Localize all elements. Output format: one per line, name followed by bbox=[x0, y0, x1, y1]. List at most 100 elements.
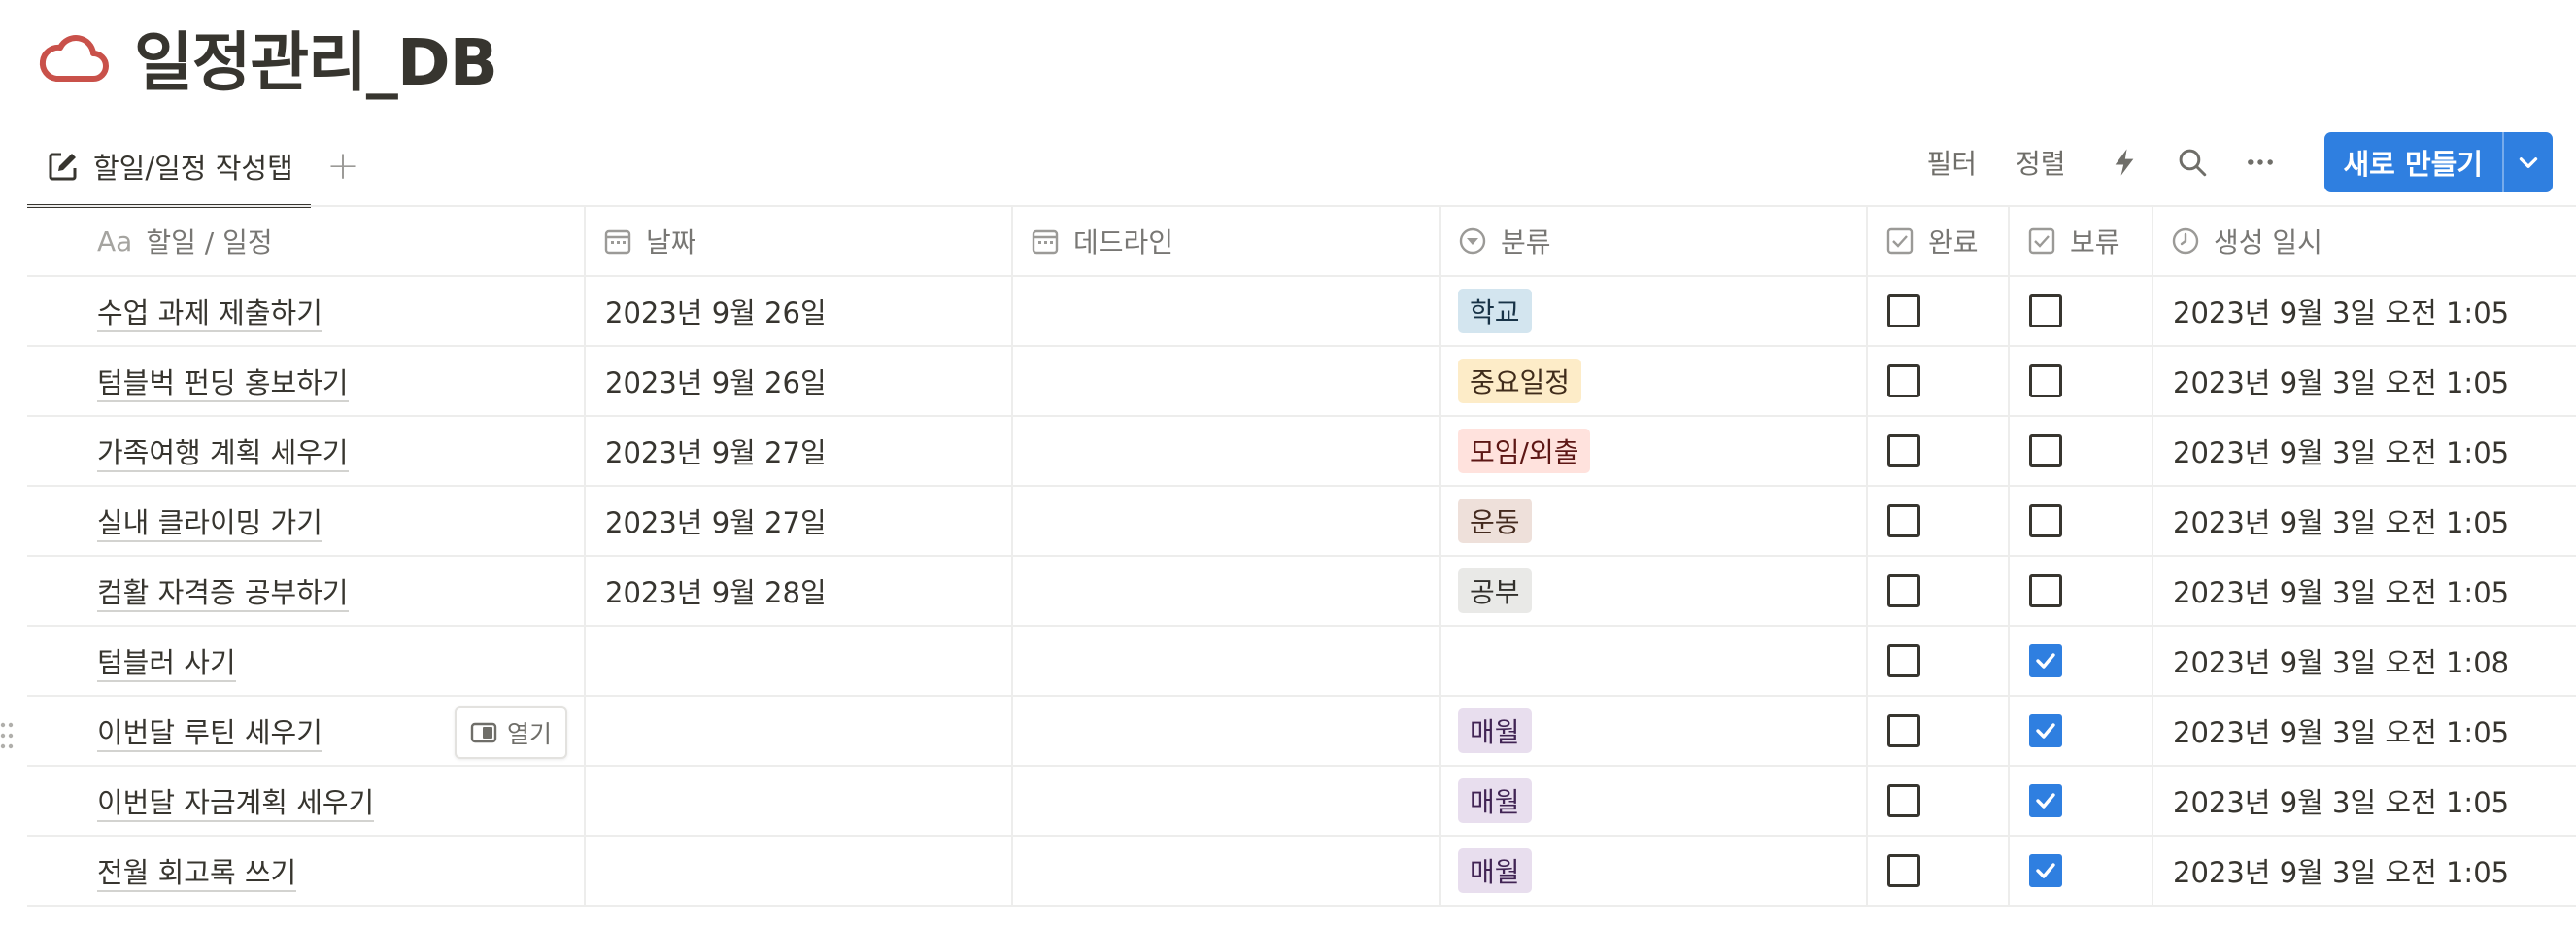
done-checkbox[interactable] bbox=[1887, 574, 1920, 607]
cell-date[interactable]: 2023년 9월 26일 bbox=[585, 276, 1013, 347]
column-header-category[interactable]: 분류 bbox=[1440, 205, 1868, 277]
hold-checkbox[interactable] bbox=[2029, 434, 2062, 467]
row-title[interactable]: 컴활 자격증 공부하기 bbox=[97, 576, 349, 612]
cell-category[interactable]: 매월 bbox=[1440, 766, 1868, 837]
table-row[interactable]: 텀블벅 펀딩 홍보하기 2023년 9월 26일 중요일정 2023년 9월 3일 오… bbox=[27, 346, 2576, 417]
cell-date[interactable]: 2023년 9월 26일 bbox=[585, 346, 1013, 417]
category-tag[interactable]: 매월 bbox=[1458, 848, 1532, 893]
row-title[interactable]: 실내 클라이밍 가기 bbox=[97, 506, 322, 542]
cell-category[interactable]: 중요일정 bbox=[1440, 346, 1868, 417]
cell-deadline[interactable] bbox=[1012, 486, 1441, 557]
cell-date[interactable] bbox=[585, 836, 1013, 907]
done-checkbox[interactable] bbox=[1887, 294, 1920, 327]
cloud-icon[interactable] bbox=[39, 30, 109, 85]
cell-title[interactable]: 가족여행 계획 세우기 bbox=[27, 416, 586, 487]
hold-checkbox[interactable] bbox=[2029, 784, 2062, 817]
cell-date[interactable]: 2023년 9월 28일 bbox=[585, 556, 1013, 627]
column-header-hold[interactable]: 보류 bbox=[2009, 205, 2153, 277]
cell-category[interactable]: 모임/외출 bbox=[1440, 416, 1868, 487]
done-checkbox[interactable] bbox=[1887, 714, 1920, 747]
cell-title[interactable]: 컴활 자격증 공부하기 bbox=[27, 556, 586, 627]
table-row[interactable]: 실내 클라이밍 가기 2023년 9월 27일 운동 2023년 9월 3일 오전 1… bbox=[27, 486, 2576, 557]
cell-date[interactable] bbox=[585, 626, 1013, 697]
cell-title[interactable]: 텀블벅 펀딩 홍보하기 bbox=[27, 346, 586, 417]
more-options-icon[interactable] bbox=[2241, 143, 2280, 182]
new-button[interactable]: 새로 만들기 bbox=[2324, 132, 2503, 192]
table-row[interactable]: 텀블러 사기 2023년 9월 3일 오전 1:08 bbox=[27, 626, 2576, 697]
category-tag[interactable]: 매월 bbox=[1458, 708, 1532, 753]
cell-date[interactable]: 2023년 9월 27일 bbox=[585, 486, 1013, 557]
search-icon[interactable] bbox=[2173, 143, 2212, 182]
cell-title[interactable]: 이번달 루틴 세우기 열기 bbox=[27, 696, 586, 767]
hold-checkbox[interactable] bbox=[2029, 854, 2062, 887]
cell-deadline[interactable] bbox=[1012, 416, 1441, 487]
row-title[interactable]: 가족여행 계획 세우기 bbox=[97, 436, 349, 472]
hold-checkbox[interactable] bbox=[2029, 364, 2062, 397]
row-title[interactable]: 이번달 자금계획 세우기 bbox=[97, 786, 375, 822]
tab-view-active[interactable]: 할일/일정 작성탭 bbox=[27, 128, 311, 208]
cell-title[interactable]: 텀블러 사기 bbox=[27, 626, 586, 697]
table-row[interactable]: 전월 회고록 쓰기 매월 2023년 9월 3일 오전 1:05 bbox=[27, 836, 2576, 907]
category-tag[interactable]: 학교 bbox=[1458, 289, 1532, 333]
done-checkbox[interactable] bbox=[1887, 434, 1920, 467]
cell-title[interactable]: 전월 회고록 쓰기 bbox=[27, 836, 586, 907]
cell-category[interactable]: 운동 bbox=[1440, 486, 1868, 557]
row-title[interactable]: 텀블벅 펀딩 홍보하기 bbox=[97, 366, 349, 402]
row-title[interactable]: 이번달 루틴 세우기 bbox=[97, 716, 322, 752]
row-title[interactable]: 수업 과제 제출하기 bbox=[97, 296, 322, 332]
cell-deadline[interactable] bbox=[1012, 626, 1441, 697]
done-checkbox[interactable] bbox=[1887, 644, 1920, 677]
row-title[interactable]: 전월 회고록 쓰기 bbox=[97, 856, 297, 892]
column-header-created[interactable]: 생성 일시 bbox=[2152, 205, 2576, 277]
cell-date[interactable]: 2023년 9월 27일 bbox=[585, 416, 1013, 487]
page-title[interactable]: 일정관리_DB bbox=[134, 11, 498, 104]
cell-category[interactable]: 공부 bbox=[1440, 556, 1868, 627]
sort-button[interactable]: 정렬 bbox=[2016, 143, 2066, 182]
table-row[interactable]: 컴활 자격증 공부하기 2023년 9월 28일 공부 2023년 9월 3일 오전 … bbox=[27, 556, 2576, 627]
open-page-button[interactable]: 열기 bbox=[455, 706, 568, 759]
table-row[interactable]: 이번달 루틴 세우기 열기 매월 2023년 9월 3일 오전 1:05 bbox=[27, 696, 2576, 767]
cell-deadline[interactable] bbox=[1012, 696, 1441, 767]
column-header-deadline[interactable]: 데드라인 bbox=[1012, 205, 1441, 277]
table-row[interactable]: 이번달 자금계획 세우기 매월 2023년 9월 3일 오전 1:05 bbox=[27, 766, 2576, 837]
filter-button[interactable]: 필터 bbox=[1926, 143, 1977, 182]
cell-category[interactable]: 매월 bbox=[1440, 696, 1868, 767]
hold-checkbox[interactable] bbox=[2029, 294, 2062, 327]
category-tag[interactable]: 모임/외출 bbox=[1458, 429, 1591, 473]
cell-category[interactable]: 매월 bbox=[1440, 836, 1868, 907]
cell-deadline[interactable] bbox=[1012, 556, 1441, 627]
add-view-button[interactable]: + bbox=[319, 142, 367, 190]
done-checkbox[interactable] bbox=[1887, 854, 1920, 887]
column-header-done[interactable]: 완료 bbox=[1867, 205, 2010, 277]
hold-checkbox[interactable] bbox=[2029, 574, 2062, 607]
hold-checkbox[interactable] bbox=[2029, 644, 2062, 677]
category-tag[interactable]: 매월 bbox=[1458, 778, 1532, 823]
drag-handle-icon[interactable] bbox=[0, 721, 14, 750]
cell-deadline[interactable] bbox=[1012, 836, 1441, 907]
cell-date[interactable] bbox=[585, 696, 1013, 767]
column-header-title[interactable]: Aa 할일 / 일정 bbox=[27, 205, 586, 277]
cell-date[interactable] bbox=[585, 766, 1013, 837]
category-tag[interactable]: 운동 bbox=[1458, 499, 1532, 543]
new-button-dropdown[interactable] bbox=[2504, 132, 2553, 192]
category-tag[interactable]: 공부 bbox=[1458, 568, 1532, 613]
cell-deadline[interactable] bbox=[1012, 766, 1441, 837]
table-row[interactable]: 수업 과제 제출하기 2023년 9월 26일 학교 2023년 9월 3일 오전 1… bbox=[27, 276, 2576, 347]
cell-deadline[interactable] bbox=[1012, 346, 1441, 417]
category-tag[interactable]: 중요일정 bbox=[1458, 359, 1582, 403]
table-row[interactable]: 가족여행 계획 세우기 2023년 9월 27일 모임/외출 2023년 9월 3일 … bbox=[27, 416, 2576, 487]
automation-lightning-icon[interactable] bbox=[2105, 143, 2144, 182]
done-checkbox[interactable] bbox=[1887, 364, 1920, 397]
cell-category[interactable]: 학교 bbox=[1440, 276, 1868, 347]
cell-title[interactable]: 수업 과제 제출하기 bbox=[27, 276, 586, 347]
done-checkbox[interactable] bbox=[1887, 784, 1920, 817]
cell-title[interactable]: 이번달 자금계획 세우기 bbox=[27, 766, 586, 837]
cell-title[interactable]: 실내 클라이밍 가기 bbox=[27, 486, 586, 557]
done-checkbox[interactable] bbox=[1887, 504, 1920, 537]
row-title[interactable]: 텀블러 사기 bbox=[97, 646, 236, 682]
cell-deadline[interactable] bbox=[1012, 276, 1441, 347]
column-header-date[interactable]: 날짜 bbox=[585, 205, 1013, 277]
hold-checkbox[interactable] bbox=[2029, 714, 2062, 747]
cell-category[interactable] bbox=[1440, 626, 1868, 697]
hold-checkbox[interactable] bbox=[2029, 504, 2062, 537]
